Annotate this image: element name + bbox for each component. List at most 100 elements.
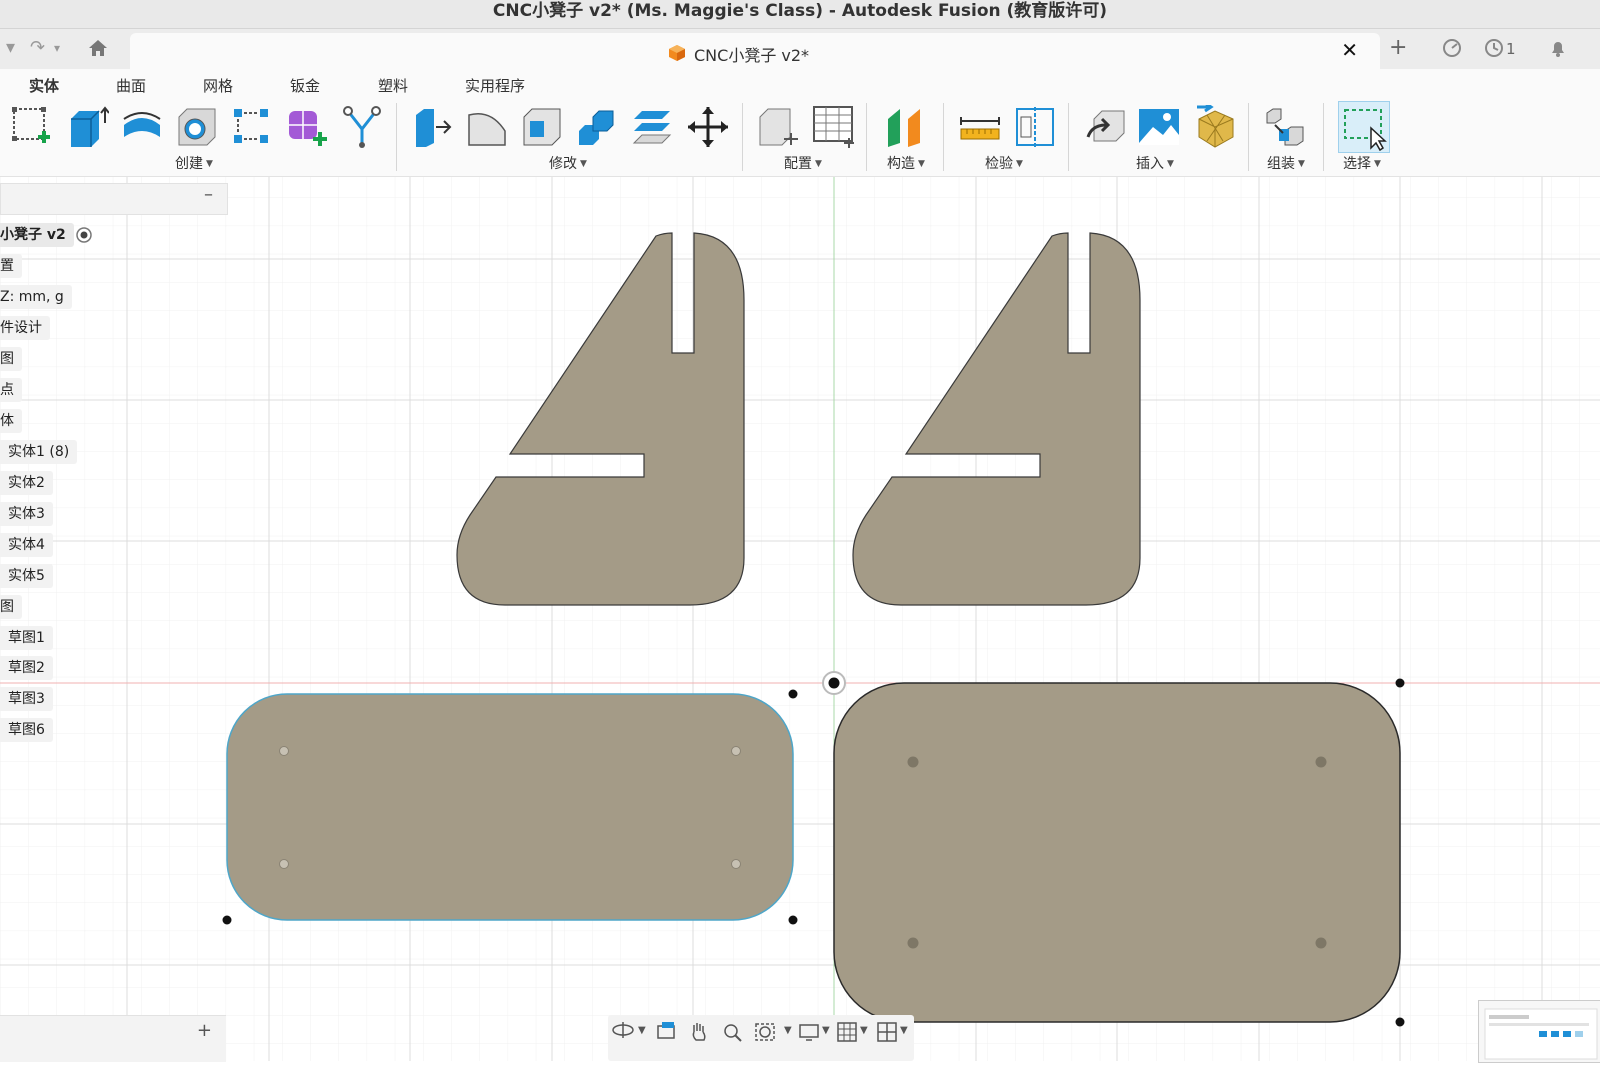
browser-item-body-2[interactable]: 实体2 xyxy=(0,471,53,495)
browser-item-label: 草图6 xyxy=(8,722,45,738)
chevron-down-icon[interactable]: ▼ xyxy=(900,1025,908,1036)
browser-item-body-4[interactable]: 实体4 xyxy=(0,533,53,557)
move-icon[interactable] xyxy=(686,105,730,149)
press-pull-icon[interactable] xyxy=(410,105,454,149)
notification-bell-icon[interactable] xyxy=(1548,38,1568,63)
browser-item-sketch-1[interactable]: 草图1 xyxy=(0,626,53,650)
browser-item-label: 置 xyxy=(0,258,14,274)
create-form-icon[interactable] xyxy=(285,105,329,149)
measure-icon[interactable] xyxy=(957,105,1001,149)
group-label-construct-text: 构造 xyxy=(887,156,915,172)
browser-item-design[interactable]: 件设计 xyxy=(0,316,50,340)
select-tool-icon[interactable] xyxy=(1338,101,1390,153)
zoom-icon[interactable] xyxy=(722,1020,744,1047)
browser-item-body-3[interactable]: 实体3 xyxy=(0,502,53,526)
job-count: 1 xyxy=(1506,40,1516,58)
browser-item-label: 实体3 xyxy=(8,506,45,522)
chevron-down-icon[interactable]: ▼ xyxy=(860,1025,868,1036)
fillet-icon[interactable] xyxy=(465,105,509,149)
redo-icon[interactable]: ↷ xyxy=(30,37,45,58)
group-label-create[interactable]: 创建 ▼ xyxy=(175,153,213,173)
extrude-icon[interactable] xyxy=(65,105,110,149)
job-status-icon[interactable] xyxy=(1484,38,1504,63)
browser-item-bodies[interactable]: 体 xyxy=(0,409,22,433)
comments-panel: + xyxy=(0,1015,226,1062)
derive-icon[interactable] xyxy=(340,105,384,149)
browser-item-sketch-2[interactable]: 草图2 xyxy=(0,656,53,680)
combine-icon[interactable] xyxy=(575,105,619,149)
group-label-inspect[interactable]: 检验 ▼ xyxy=(985,153,1023,173)
tab-mesh[interactable]: 网格 xyxy=(203,75,233,96)
tab-plastic[interactable]: 塑料 xyxy=(378,75,408,96)
tab-solid[interactable]: 实体 xyxy=(14,75,74,104)
design-canvas[interactable] xyxy=(0,177,1600,1061)
hole-icon[interactable] xyxy=(175,105,219,149)
new-tab-button[interactable]: + xyxy=(1389,35,1407,60)
group-label-configure[interactable]: 配置 ▼ xyxy=(784,153,822,173)
create-sketch-icon[interactable] xyxy=(10,105,54,149)
toolbar-divider xyxy=(396,103,397,171)
browser-item-body-5[interactable]: 实体5 xyxy=(0,564,53,588)
redo-dropdown-icon[interactable]: ▾ xyxy=(54,41,60,55)
document-tab[interactable]: CNC小凳子 v2* ✕ xyxy=(130,33,1380,69)
grid-settings-icon[interactable] xyxy=(836,1020,858,1047)
browser-item-sketch-3[interactable]: 草图3 xyxy=(0,687,53,711)
browser-item-sketch-6[interactable]: 草图6 xyxy=(0,718,53,742)
chevron-down-icon[interactable]: ▼ xyxy=(638,1025,646,1036)
browser-item-label: 实体1 (8) xyxy=(8,444,70,460)
shell-icon[interactable] xyxy=(520,105,564,149)
add-comment-button[interactable]: + xyxy=(197,1020,212,1041)
viewport-svg[interactable] xyxy=(0,177,1600,1061)
group-label-insert[interactable]: 插入 ▼ xyxy=(1136,153,1174,173)
tab-sheet-metal[interactable]: 钣金 xyxy=(290,75,320,96)
configure-body-icon[interactable] xyxy=(756,105,800,149)
browser-item-settings[interactable]: 置 xyxy=(0,254,22,278)
data-panel-thumbnail[interactable] xyxy=(1478,1000,1600,1063)
close-tab-icon[interactable]: ✕ xyxy=(1341,38,1358,62)
insert-derive-icon[interactable] xyxy=(1084,105,1128,149)
group-label-modify[interactable]: 修改 ▼ xyxy=(549,153,587,173)
insert-mesh-icon[interactable] xyxy=(1193,101,1237,149)
group-label-select[interactable]: 选择 ▼ xyxy=(1343,153,1381,173)
toolbar-divider xyxy=(1068,103,1069,171)
undo-dropdown-icon[interactable]: ▾ xyxy=(6,37,15,58)
configuration-table-icon[interactable] xyxy=(812,105,856,149)
browser-item-units[interactable]: Z: mm, g xyxy=(0,285,72,309)
display-settings-icon[interactable] xyxy=(798,1020,820,1047)
offset-face-icon[interactable] xyxy=(630,105,674,149)
offset-plane-icon[interactable] xyxy=(884,105,928,149)
new-component-icon[interactable] xyxy=(1263,105,1307,149)
revolve-icon[interactable] xyxy=(120,105,164,149)
chevron-down-icon: ▼ xyxy=(918,159,925,169)
seat-plate-small[interactable] xyxy=(226,693,794,921)
chevron-down-icon: ▼ xyxy=(580,159,587,169)
orbit-icon[interactable] xyxy=(612,1020,634,1045)
insert-canvas-icon[interactable] xyxy=(1137,105,1181,149)
pan-hand-icon[interactable] xyxy=(688,1020,710,1047)
browser-item-body-1[interactable]: 实体1 (8) xyxy=(0,440,78,464)
browser-item-origin[interactable]: 点 xyxy=(0,378,22,402)
browser-item-label: 小凳子 v2 xyxy=(0,227,66,243)
chevron-down-icon[interactable]: ▼ xyxy=(822,1025,830,1036)
group-label-modify-text: 修改 xyxy=(549,156,577,172)
active-radio-icon[interactable] xyxy=(75,226,93,248)
group-label-construct[interactable]: 构造 ▼ xyxy=(887,153,925,173)
online-status-icon[interactable] xyxy=(1442,38,1462,63)
tab-utilities[interactable]: 实用程序 xyxy=(465,75,525,96)
browser-item-sketches[interactable]: 图 xyxy=(0,595,22,619)
section-analysis-icon[interactable] xyxy=(1013,105,1057,149)
tab-surface[interactable]: 曲面 xyxy=(116,75,146,96)
seat-plate-large[interactable] xyxy=(833,682,1401,1023)
document-cube-icon xyxy=(668,44,685,61)
home-icon[interactable] xyxy=(88,39,108,62)
pattern-icon[interactable] xyxy=(230,105,274,149)
look-at-icon[interactable] xyxy=(656,1020,678,1045)
collapse-browser-button[interactable]: – xyxy=(204,184,213,205)
viewports-icon[interactable] xyxy=(876,1020,898,1047)
browser-item-root[interactable]: 小凳子 v2 xyxy=(0,223,74,247)
chevron-down-icon[interactable]: ▼ xyxy=(784,1025,792,1036)
fit-icon[interactable] xyxy=(754,1020,776,1047)
group-label-assemble[interactable]: 组装 ▼ xyxy=(1267,153,1305,173)
browser-item-views[interactable]: 图 xyxy=(0,347,22,371)
origin-point[interactable] xyxy=(822,671,846,695)
